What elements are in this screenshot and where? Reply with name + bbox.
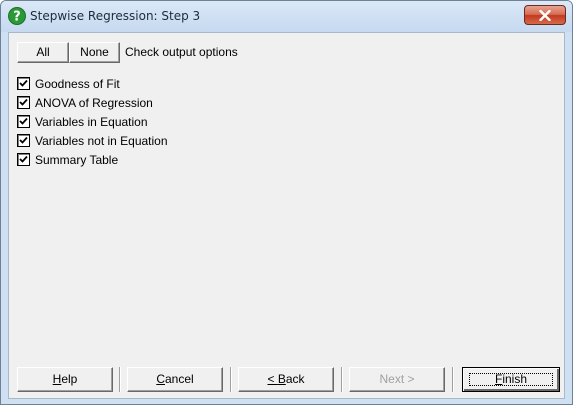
button-separator — [452, 367, 454, 392]
checkbox[interactable] — [17, 134, 30, 147]
button-label: ancel — [164, 372, 194, 386]
checkbox[interactable] — [17, 77, 30, 90]
output-options-list: Goodness of Fit ANOVA of Regression Vari… — [17, 74, 168, 169]
option-variables-in-equation[interactable]: Variables in Equation — [17, 112, 168, 131]
dialog-window: ? Stepwise Regression: Step 3 All None C… — [0, 0, 573, 405]
help-button[interactable]: Help — [17, 367, 113, 392]
close-icon — [539, 10, 551, 21]
select-none-button[interactable]: None — [69, 42, 120, 63]
dialog-client-area: All None Check output options Goodness o… — [8, 32, 565, 399]
question-icon: ? — [8, 7, 26, 25]
mnemonic: B — [277, 372, 286, 386]
button-label: elp — [61, 372, 78, 386]
window-title: Stepwise Regression: Step 3 — [30, 9, 201, 23]
option-label: Variables in Equation — [35, 114, 148, 129]
checkmark-icon — [19, 155, 28, 163]
mnemonic: C — [156, 372, 165, 386]
button-separator — [341, 367, 343, 392]
check-options-hint: Check output options — [125, 45, 238, 59]
next-button: Next > — [349, 367, 445, 392]
checkmark-icon — [19, 117, 28, 125]
back-button[interactable]: < Back — [238, 367, 334, 392]
checkmark-icon — [19, 136, 28, 144]
checkbox[interactable] — [17, 96, 30, 109]
title-bar[interactable]: ? Stepwise Regression: Step 3 — [1, 1, 572, 32]
cancel-button[interactable]: Cancel — [127, 367, 223, 392]
button-separator — [119, 367, 121, 392]
close-button[interactable] — [524, 5, 566, 25]
option-variables-not-in-equation[interactable]: Variables not in Equation — [17, 131, 168, 150]
option-label: Summary Table — [35, 152, 119, 167]
back-prefix: < — [267, 372, 278, 386]
checkbox[interactable] — [17, 115, 30, 128]
checkmark-icon — [19, 98, 28, 106]
button-label: ack — [285, 372, 305, 386]
checkmark-icon — [19, 79, 28, 87]
svg-text:?: ? — [13, 10, 21, 25]
option-label: ANOVA of Regression — [35, 95, 153, 110]
option-label: Goodness of Fit — [35, 76, 120, 91]
select-all-button[interactable]: All — [17, 42, 69, 63]
button-separator — [230, 367, 232, 392]
option-summary-table[interactable]: Summary Table — [17, 150, 168, 169]
option-goodness-of-fit[interactable]: Goodness of Fit — [17, 74, 168, 93]
wizard-button-row: Help Cancel < Back Next > Finish — [17, 367, 562, 392]
option-anova-of-regression[interactable]: ANOVA of Regression — [17, 93, 168, 112]
finish-button[interactable]: Finish — [462, 367, 560, 392]
checkbox[interactable] — [17, 153, 30, 166]
focus-ring — [469, 373, 553, 386]
option-label: Variables not in Equation — [35, 133, 168, 148]
